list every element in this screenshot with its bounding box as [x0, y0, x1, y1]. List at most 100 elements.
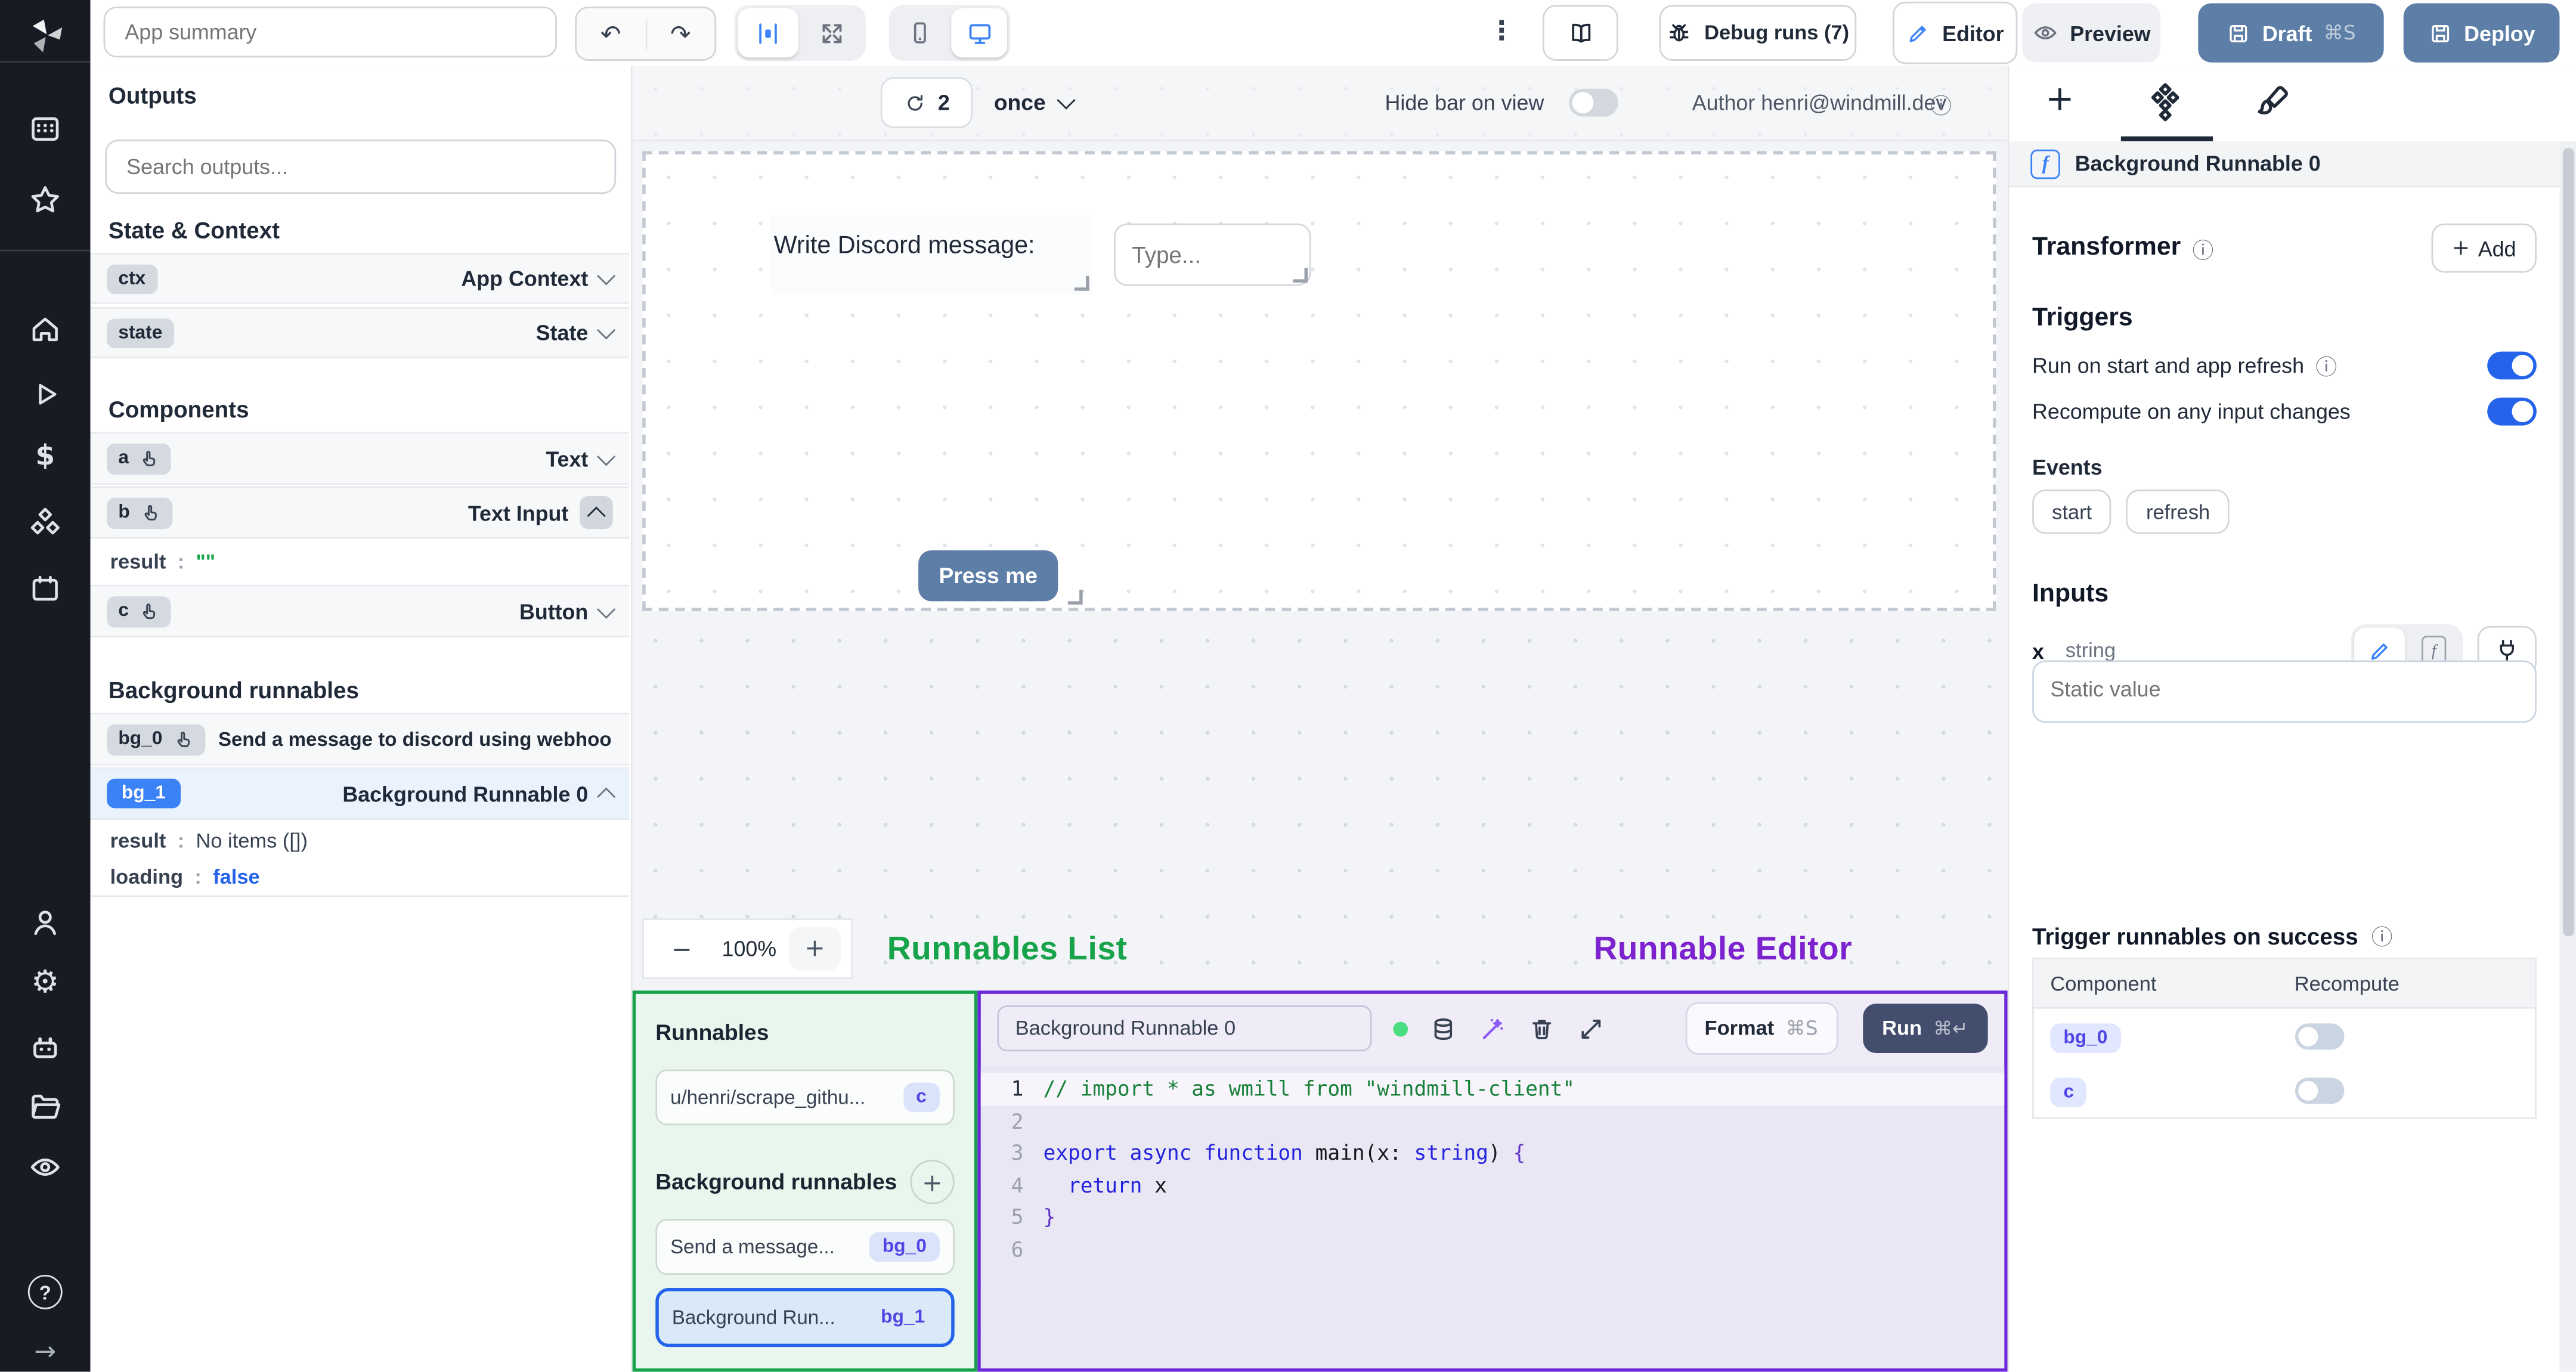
- help-question-icon[interactable]: ?: [0, 1274, 91, 1309]
- event-chip-start[interactable]: start: [2032, 490, 2112, 534]
- button-component[interactable]: Press me: [918, 549, 1086, 608]
- collapse-arrow-icon[interactable]: →: [0, 1336, 91, 1367]
- debug-runs-button[interactable]: Debug runs (7): [1659, 5, 1857, 61]
- app-canvas-page[interactable]: Write Discord message: Press me: [642, 151, 1996, 611]
- b-result-row[interactable]: result: "": [90, 540, 630, 584]
- workers-robot-icon[interactable]: [0, 1030, 91, 1064]
- runnable-item-name: u/henri/scrape_githu...: [670, 1086, 866, 1109]
- bg1-result-row[interactable]: result: No items ([]): [90, 821, 630, 859]
- run-button[interactable]: Run ⌘↵: [1862, 1004, 1988, 1054]
- theme-tab-paintbrush-icon[interactable]: [2252, 82, 2292, 122]
- output-row-ctx[interactable]: ctx App Context: [90, 253, 630, 304]
- search-outputs-input[interactable]: [105, 140, 617, 194]
- canvas-area: 2 once Hide bar on view Author henri@win…: [632, 66, 2008, 1372]
- chevron-down-icon[interactable]: [597, 321, 616, 340]
- chevron-down-icon[interactable]: [597, 267, 616, 286]
- output-row-bg1[interactable]: bg_1 Background Runnable 0: [90, 767, 630, 820]
- row-c-badge[interactable]: c: [2050, 1076, 2088, 1107]
- center-layout-button[interactable]: [738, 8, 798, 58]
- schedules-calendar-icon[interactable]: [0, 572, 91, 606]
- app-summary-input[interactable]: [103, 7, 557, 58]
- runs-play-icon[interactable]: [0, 378, 91, 411]
- chevron-down-icon[interactable]: [597, 446, 616, 466]
- event-chip-refresh[interactable]: refresh: [2126, 490, 2230, 534]
- fullwidth-layout-button[interactable]: [801, 8, 862, 58]
- bg1-loading-row[interactable]: loading: false: [90, 859, 630, 897]
- chevron-down-icon[interactable]: [597, 599, 616, 618]
- output-row-c[interactable]: c Button: [90, 584, 630, 637]
- runnable-item-bg0[interactable]: Send a message... bg_0: [655, 1219, 955, 1275]
- resize-handle[interactable]: [1074, 275, 1089, 291]
- scrollbar-thumb[interactable]: [2562, 147, 2574, 937]
- zoom-out-button[interactable]: −: [654, 934, 710, 964]
- editor-tab[interactable]: Editor: [1892, 1, 2018, 64]
- mobile-preview-button[interactable]: [892, 8, 948, 58]
- delete-trash-icon[interactable]: [1528, 1014, 1556, 1042]
- input-type: string: [2065, 639, 2116, 662]
- output-row-b[interactable]: b Text Input: [90, 486, 630, 539]
- runnable-name-input[interactable]: [997, 1005, 1372, 1052]
- chevron-up-icon[interactable]: [597, 787, 616, 806]
- row-bg0-badge[interactable]: bg_0: [2050, 1023, 2121, 1052]
- settings-tab-diamonds-icon[interactable]: [2144, 82, 2187, 125]
- desktop-preview-button[interactable]: [951, 8, 1007, 58]
- audit-eye-icon[interactable]: [0, 1150, 91, 1185]
- undo-redo-group: ↶ ↷: [575, 7, 717, 61]
- row-bg0-recompute-toggle[interactable]: [2294, 1023, 2344, 1049]
- add-bg-runnable-button[interactable]: +: [910, 1160, 955, 1204]
- collapse-button[interactable]: [580, 496, 613, 529]
- trigger-row1-label: Run on start and app refresh: [2032, 353, 2305, 378]
- output-row-bg0[interactable]: bg_0 Send a message to discord using web…: [90, 713, 630, 766]
- favorites-star-icon[interactable]: [0, 182, 91, 217]
- draft-label: Draft: [2262, 20, 2312, 45]
- home-icon[interactable]: [0, 312, 91, 346]
- folders-icon[interactable]: [0, 1089, 91, 1124]
- more-menu-kebab[interactable]: ⋮: [1488, 15, 1515, 46]
- run-on-start-toggle[interactable]: [2487, 351, 2537, 380]
- windmill-logo-icon[interactable]: [0, 13, 91, 59]
- text-component[interactable]: Write Discord message:: [770, 215, 1093, 295]
- runnable-item-name: Background Run...: [671, 1306, 835, 1329]
- refresh-count-button[interactable]: 2: [880, 77, 973, 128]
- ai-wand-icon[interactable]: [1479, 1014, 1507, 1042]
- deploy-button[interactable]: Deploy: [2403, 3, 2560, 63]
- resources-cubes-icon[interactable]: [0, 506, 91, 541]
- hide-bar-label: Hide bar on view: [1385, 90, 1544, 115]
- recompute-toggle[interactable]: [2487, 397, 2537, 426]
- schedule-dropdown[interactable]: once: [994, 77, 1075, 128]
- undo-button[interactable]: ↶: [577, 19, 645, 49]
- redo-button[interactable]: ↷: [645, 18, 714, 49]
- type-input[interactable]: [1113, 223, 1311, 286]
- add-transformer-button[interactable]: + Add: [2431, 223, 2537, 273]
- refresh-icon: [908, 94, 922, 110]
- info-icon[interactable]: ⓘ: [2315, 350, 2337, 381]
- users-person-icon[interactable]: [0, 905, 91, 940]
- settings-gear-icon[interactable]: ⚙: [0, 965, 91, 1001]
- runnable-item-script[interactable]: u/henri/scrape_githu... c: [655, 1069, 955, 1126]
- hide-bar-toggle[interactable]: [1569, 88, 1618, 117]
- scrollbar-track[interactable]: [2559, 141, 2576, 1372]
- app-keypad-icon[interactable]: [0, 112, 91, 146]
- insert-component-tab-plus-icon[interactable]: +: [2045, 79, 2075, 118]
- press-me-button[interactable]: Press me: [918, 550, 1058, 602]
- zoom-in-button[interactable]: +: [788, 926, 841, 971]
- code-editor[interactable]: 1 // import * as wmill from "windmill-cli…: [980, 1066, 2005, 1368]
- draft-button[interactable]: Draft ⌘S: [2198, 3, 2384, 63]
- author-info-icon[interactable]: ⓘ: [1930, 89, 1952, 120]
- runnable-item-bg1-selected[interactable]: Background Run... bg_1: [655, 1288, 955, 1348]
- resize-handle[interactable]: [1293, 268, 1308, 283]
- preview-tab[interactable]: Preview: [2022, 3, 2160, 63]
- row-c-recompute-toggle[interactable]: [2294, 1076, 2344, 1104]
- format-button[interactable]: Format ⌘S: [1685, 1002, 1838, 1055]
- resize-handle[interactable]: [1067, 590, 1083, 605]
- cache-database-icon[interactable]: [1429, 1014, 1457, 1042]
- expand-editor-icon[interactable]: [1577, 1014, 1605, 1042]
- info-icon[interactable]: ⓘ: [2193, 233, 2214, 264]
- textinput-component[interactable]: [1113, 223, 1311, 286]
- output-row-state[interactable]: state State: [90, 307, 630, 358]
- docs-button[interactable]: [1543, 5, 1618, 61]
- output-row-a[interactable]: a Text: [90, 432, 630, 485]
- variables-dollar-icon[interactable]: $: [0, 440, 91, 473]
- info-icon[interactable]: ⓘ: [2371, 920, 2393, 951]
- static-value-textarea[interactable]: [2032, 660, 2537, 723]
